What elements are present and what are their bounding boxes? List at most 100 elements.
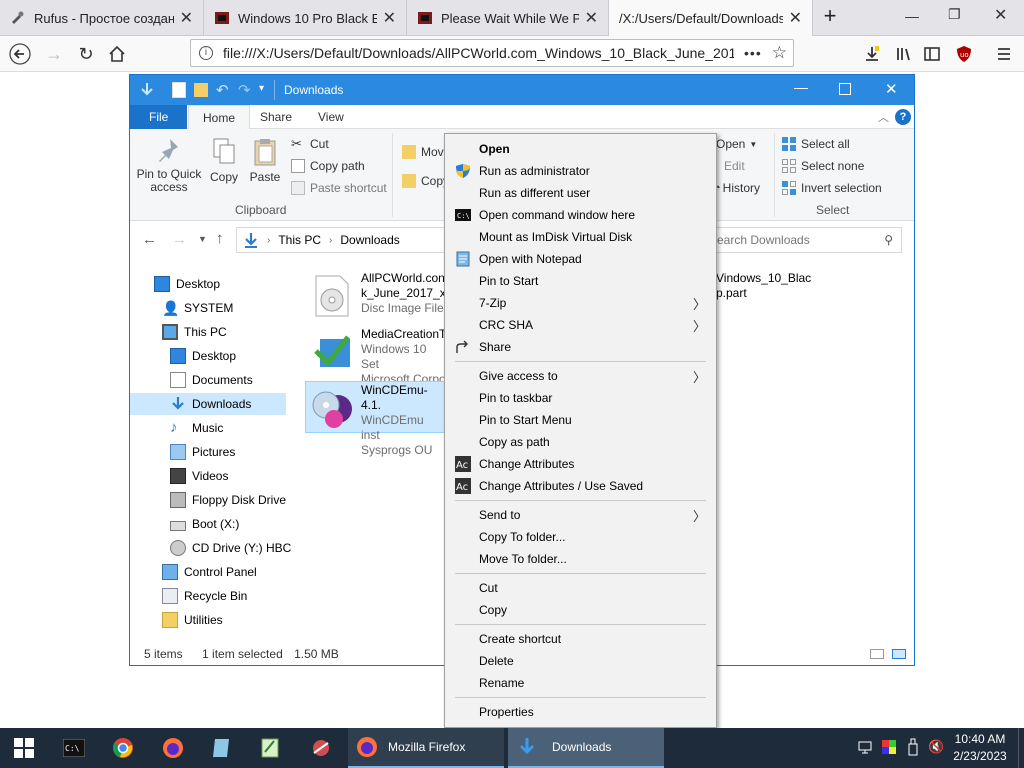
bookmark-star-icon[interactable]: ☆ (772, 43, 787, 63)
recent-locations-icon[interactable]: ▼ (198, 234, 207, 244)
info-icon[interactable]: i (199, 46, 213, 60)
browser-tab[interactable]: Windows 10 Pro Black Edit ✕ (204, 0, 407, 36)
pin-quick-access-button[interactable]: Pin to Quick access (136, 137, 202, 194)
file-item[interactable]: Vindows_10_Blac p.part (716, 271, 826, 305)
taskbar-downloads-window[interactable]: Downloads (508, 728, 664, 768)
redo-icon[interactable]: ↷ (238, 81, 251, 99)
menu-item-properties[interactable]: Properties (445, 701, 716, 723)
menu-item-open-with-notepad[interactable]: Open with Notepad (445, 248, 716, 270)
tab-share[interactable]: Share (246, 105, 306, 129)
paste-shortcut-button[interactable]: Paste shortcut (291, 181, 387, 195)
menu-item-pin-to-taskbar[interactable]: Pin to taskbar (445, 387, 716, 409)
forward-button[interactable]: → (40, 40, 68, 68)
taskbar-chrome[interactable] (109, 728, 137, 768)
url-bar[interactable]: i file:///X:/Users/Default/Downloads/All… (190, 39, 794, 67)
menu-item-crc-sha[interactable]: CRC SHA 〉 (445, 314, 716, 336)
open-button[interactable]: Open ▼ (716, 137, 757, 151)
nav-item-pictures[interactable]: Pictures (170, 441, 235, 463)
clock[interactable]: 10:40 AM 2/23/2023 (948, 732, 1012, 763)
tab-view[interactable]: View (304, 105, 358, 129)
restore-window-button[interactable]: ❐ (948, 6, 961, 23)
taskbar-cmd[interactable]: C:\ (60, 728, 88, 768)
menu-item-mount-imdisk[interactable]: Mount as ImDisk Virtual Disk (445, 226, 716, 248)
large-icons-view-icon[interactable] (892, 649, 906, 659)
menu-item-copy-to-folder[interactable]: Copy To folder... (445, 526, 716, 548)
menu-item-pin-to-start-menu[interactable]: Pin to Start Menu (445, 409, 716, 431)
quick-access-down-icon[interactable] (140, 82, 154, 98)
cut-button[interactable]: ✂ Cut (291, 137, 329, 152)
history-button[interactable]: ◔ History (714, 181, 760, 195)
menu-item-delete[interactable]: Delete (445, 650, 716, 672)
nav-item-downloads[interactable]: Downloads (130, 393, 286, 415)
sidebar-button[interactable] (918, 40, 946, 68)
details-view-icon[interactable] (870, 649, 884, 659)
nav-item-videos[interactable]: Videos (170, 465, 228, 487)
home-button[interactable] (103, 40, 131, 68)
menu-item-open-command-window[interactable]: C:\ Open command window here (445, 204, 716, 226)
menu-item-run-as-different-user[interactable]: Run as different user (445, 182, 716, 204)
menu-item-change-attributes-saved[interactable]: Ac Change Attributes / Use Saved (445, 475, 716, 497)
nav-item-documents[interactable]: Documents (170, 369, 253, 391)
menu-item-create-shortcut[interactable]: Create shortcut (445, 628, 716, 650)
copy-path-button[interactable]: Copy path (291, 159, 365, 173)
menu-item-change-attributes[interactable]: Ac Change Attributes (445, 453, 716, 475)
taskbar-firefox[interactable] (159, 728, 187, 768)
display-icon[interactable] (882, 740, 896, 754)
url-text[interactable]: file:///X:/Users/Default/Downloads/AllPC… (223, 45, 734, 61)
nav-item-utilities[interactable]: Utilities (162, 609, 223, 631)
nav-item-desktop-2[interactable]: Desktop (170, 345, 236, 367)
breadcrumb-this-pc[interactable]: This PC (278, 233, 321, 247)
close-window-button[interactable]: ✕ (994, 5, 1007, 25)
menu-item-pin-to-start[interactable]: Pin to Start (445, 270, 716, 292)
library-button[interactable] (890, 40, 918, 68)
network-icon[interactable] (858, 740, 872, 754)
new-tab-button[interactable]: + (818, 4, 842, 28)
new-folder-quick-icon[interactable] (194, 83, 208, 97)
nav-item-floppy[interactable]: Floppy Disk Drive (170, 489, 286, 511)
nav-item-this-pc[interactable]: This PC (162, 321, 227, 343)
menu-item-give-access[interactable]: Give access to 〉 (445, 365, 716, 387)
menu-item-copy[interactable]: Copy (445, 599, 716, 621)
start-button[interactable] (0, 728, 48, 768)
menu-item-run-as-admin[interactable]: Run as administrator (445, 160, 716, 182)
search-box[interactable]: earch Downloads ⚲ (708, 227, 902, 253)
close-icon[interactable]: ✕ (383, 8, 396, 28)
reload-button[interactable]: ↻ (72, 40, 100, 68)
nav-item-recycle-bin[interactable]: Recycle Bin (162, 585, 247, 607)
menu-button[interactable] (990, 40, 1018, 68)
page-actions-button[interactable]: ••• (744, 45, 762, 61)
nav-item-control-panel[interactable]: Control Panel (162, 561, 257, 583)
usb-drive-icon[interactable] (906, 738, 920, 756)
collapse-ribbon-icon[interactable]: ︿ (878, 109, 889, 125)
downloads-button[interactable] (858, 40, 886, 68)
nav-item-boot-drive[interactable]: Boot (X:) (170, 513, 239, 535)
maximize-button[interactable] (839, 83, 851, 95)
taskbar-notepad[interactable] (256, 728, 284, 768)
taskbar-firefox-window[interactable]: Mozilla Firefox (348, 728, 504, 768)
nav-item-music[interactable]: ♪ Music (170, 417, 223, 439)
minimize-window-button[interactable]: — (905, 8, 919, 24)
volume-muted-icon[interactable]: 🔇 (928, 739, 944, 755)
up-button[interactable]: ↑ (216, 230, 224, 247)
file-item[interactable]: AllPCWorld.con k_June_2017_x64 Disc Imag… (314, 271, 459, 321)
properties-quick-icon[interactable] (172, 82, 186, 98)
help-icon[interactable]: ? (895, 109, 911, 125)
tab-home[interactable]: Home (188, 105, 251, 129)
menu-item-share[interactable]: Share (445, 336, 716, 358)
edit-button[interactable]: Edit (724, 159, 745, 173)
menu-item-7zip[interactable]: 7-Zip 〉 (445, 292, 716, 314)
undo-icon[interactable]: ↶ (216, 81, 229, 99)
close-icon[interactable]: ✕ (585, 8, 598, 28)
close-button[interactable]: ✕ (885, 80, 898, 98)
copy-to-button[interactable]: Copy (402, 174, 449, 188)
menu-item-rename[interactable]: Rename (445, 672, 716, 694)
forward-button[interactable]: → (172, 231, 187, 248)
browser-tab-active[interactable]: /X:/Users/Default/Downloads/ ✕ (609, 0, 813, 36)
select-all-button[interactable]: Select all (782, 137, 850, 151)
close-icon[interactable]: ✕ (180, 8, 193, 28)
select-none-button[interactable]: Select none (782, 159, 864, 173)
close-icon[interactable]: ✕ (789, 8, 802, 28)
back-button[interactable]: ← (142, 231, 157, 248)
back-button[interactable] (6, 40, 34, 68)
menu-item-cut[interactable]: Cut (445, 577, 716, 599)
